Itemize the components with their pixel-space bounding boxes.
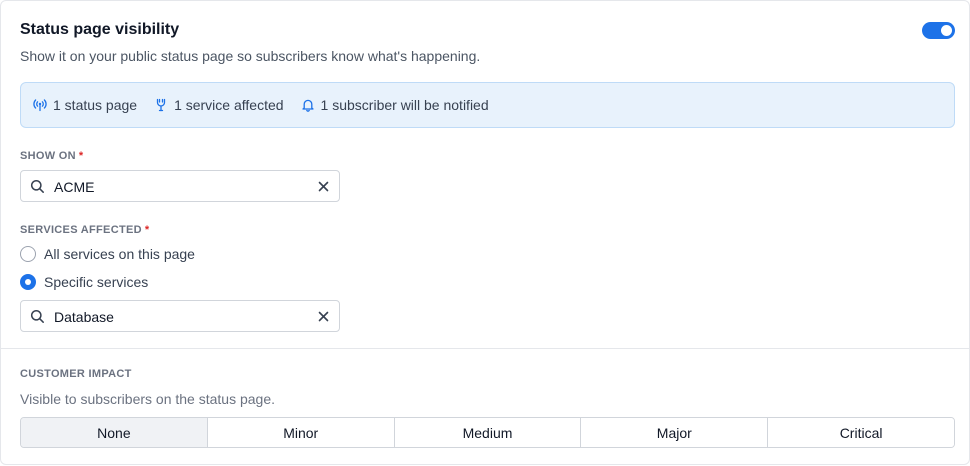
impact-option-critical[interactable]: Critical — [767, 418, 954, 447]
required-mark: * — [78, 150, 84, 162]
section-title: Status page visibility — [20, 21, 180, 38]
summary-services: 1 service affected — [154, 97, 284, 113]
impact-option-minor[interactable]: Minor — [206, 418, 394, 447]
services-select[interactable]: Database — [20, 300, 340, 332]
radio-button[interactable] — [20, 246, 36, 262]
radio-all-services[interactable]: All services on this page — [20, 246, 195, 262]
status-page-panel: Status page visibility Show it on your p… — [0, 0, 970, 465]
radio-button-checked[interactable] — [20, 274, 36, 290]
broadcast-icon — [33, 99, 47, 112]
required-mark: * — [144, 224, 150, 236]
summary-label: 1 subscriber will be notified — [320, 97, 489, 113]
customer-impact-label: CUSTOMER IMPACT — [20, 368, 132, 380]
summary-label: 1 status page — [53, 97, 138, 113]
summary-banner: 1 status page 1 service affected 1 subsc… — [20, 82, 955, 128]
toggle-knob — [941, 25, 952, 36]
impact-selector: None Minor Medium Major Critical — [20, 417, 955, 448]
show-on-value: ACME — [54, 179, 95, 195]
visibility-section: Status page visibility Show it on your p… — [1, 1, 969, 348]
visibility-toggle[interactable] — [922, 22, 955, 39]
clear-icon[interactable] — [318, 181, 329, 192]
service-icon — [156, 98, 166, 112]
clear-icon[interactable] — [318, 311, 329, 322]
impact-option-medium[interactable]: Medium — [393, 418, 581, 447]
customer-impact-section: CUSTOMER IMPACT Visible to subscribers o… — [1, 349, 969, 465]
search-icon — [30, 179, 44, 193]
services-value: Database — [54, 309, 114, 325]
impact-option-major[interactable]: Major — [580, 418, 768, 447]
section-subtitle: Show it on your public status page so su… — [20, 48, 481, 64]
bell-icon — [301, 99, 314, 112]
search-icon — [30, 309, 44, 323]
show-on-select[interactable]: ACME — [20, 170, 340, 202]
radio-label: Specific services — [44, 274, 149, 290]
radio-specific-services[interactable]: Specific services — [20, 274, 148, 290]
summary-label: 1 service affected — [174, 97, 284, 113]
services-affected-label-text: SERVICES AFFECTED — [20, 224, 142, 236]
radio-label: All services on this page — [44, 246, 195, 262]
customer-impact-description: Visible to subscribers on the status pag… — [20, 391, 276, 407]
summary-status-pages: 1 status page — [33, 97, 137, 113]
impact-option-none[interactable]: None — [21, 418, 207, 447]
summary-subscribers: 1 subscriber will be notified — [301, 97, 489, 113]
show-on-label-text: SHOW ON — [20, 150, 76, 162]
show-on-label: SHOW ON * — [20, 150, 83, 162]
services-affected-label: SERVICES AFFECTED * — [20, 224, 149, 236]
